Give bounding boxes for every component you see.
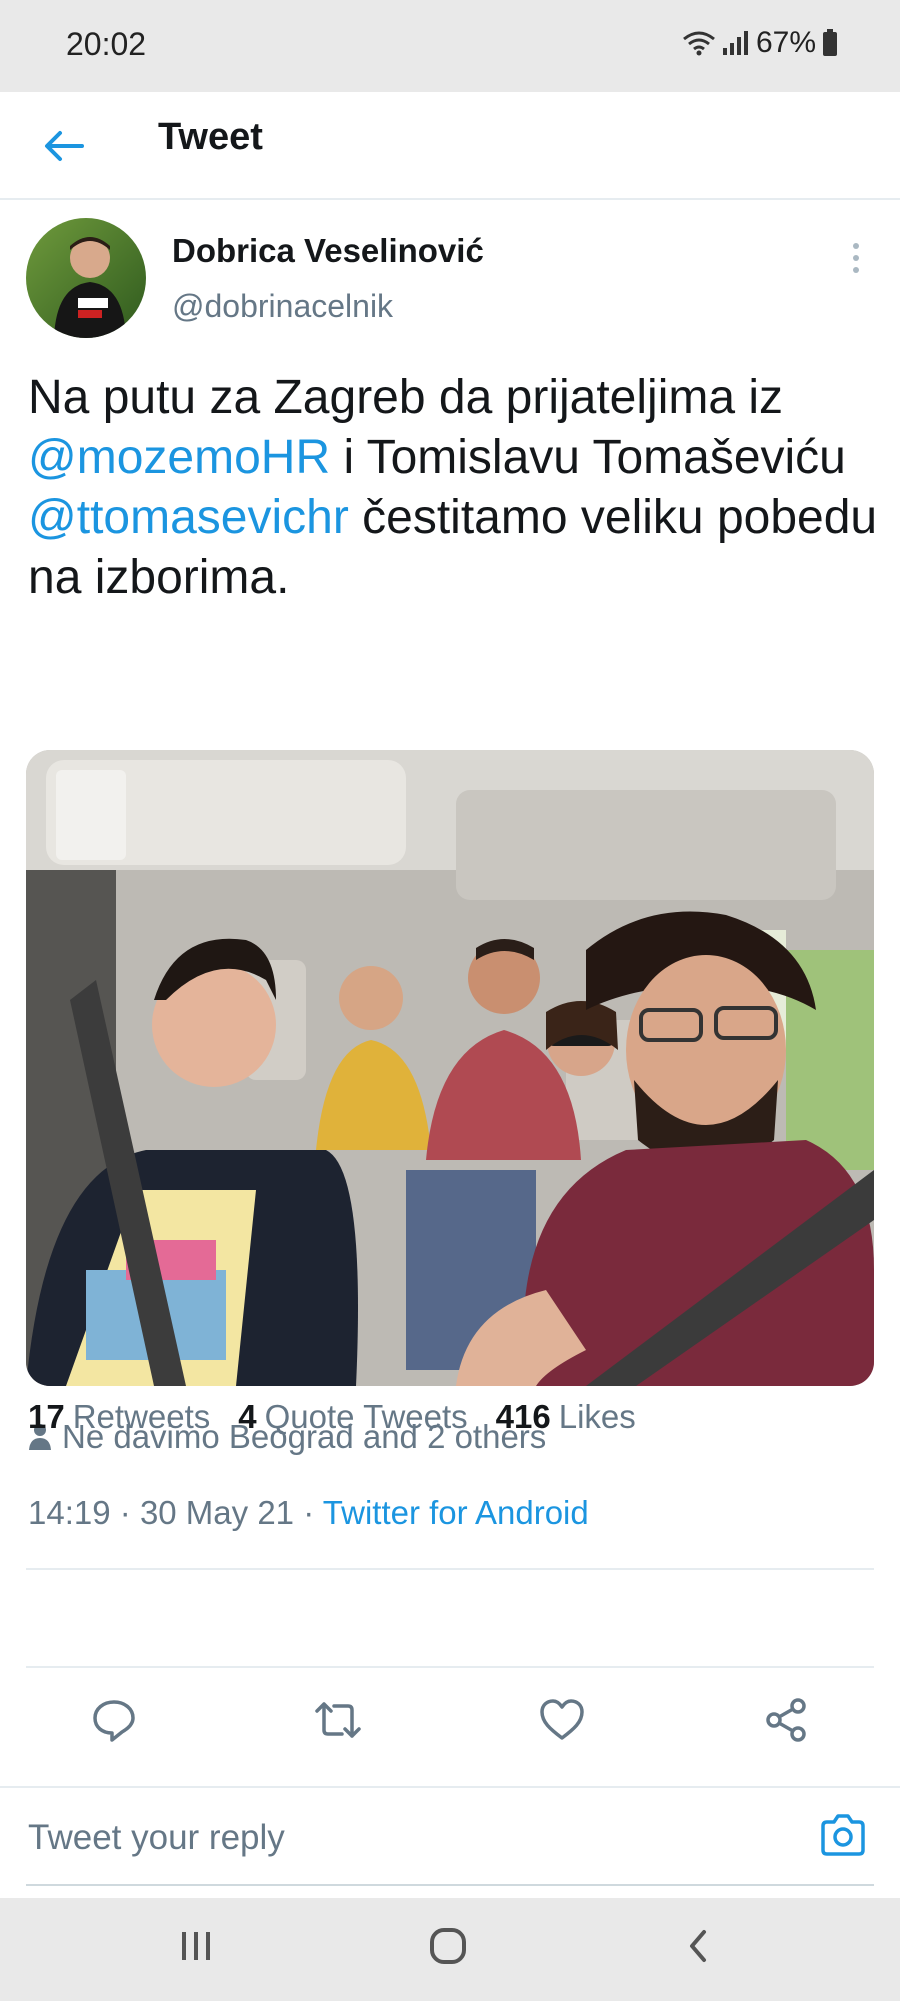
meta-separator: · [303,1494,315,1531]
divider [26,1568,874,1570]
back-arrow-icon[interactable] [40,122,88,170]
retweet-icon[interactable] [314,1696,362,1744]
camera-icon[interactable] [818,1810,868,1860]
wifi-icon [683,31,715,56]
page-title: Tweet [158,116,263,158]
reply-input[interactable] [28,1808,788,1868]
like-icon[interactable] [538,1696,586,1744]
likes-label: Likes [558,1398,636,1435]
status-time: 20:02 [66,26,147,62]
battery-icon [823,29,837,56]
tweet-photo[interactable] [26,750,874,1386]
mention-link[interactable]: @ttomasevichr [28,491,349,544]
retweets-label: Retweets [72,1398,211,1435]
retweets-stat[interactable]: 17 Retweets [28,1398,210,1436]
tweet-text-part: Na putu za Zagreb da prijateljima iz [28,371,784,424]
divider [26,1666,874,1668]
quotes-count: 4 [238,1398,257,1435]
quotes-label: Quote Tweets [264,1398,468,1435]
home-icon[interactable] [428,1928,468,1964]
app-header: Tweet [0,92,900,200]
battery-percent: 67% [755,26,816,59]
avatar[interactable] [26,218,146,338]
quotes-stat[interactable]: 4 Quote Tweets [238,1398,467,1436]
tweet-date: 30 May 21 [139,1494,295,1531]
mention-link[interactable]: @mozemoHR [28,431,330,484]
author-handle[interactable]: @dobrinacelnik [172,288,393,325]
recent-apps-icon[interactable] [178,1928,214,1964]
reply-icon[interactable] [90,1696,138,1744]
tweet-stats: 17 Retweets 4 Quote Tweets 416 Likes [28,1398,636,1436]
more-options-icon[interactable] [846,238,866,278]
likes-count: 416 [495,1398,551,1435]
status-bar: 20:02 67% [0,0,900,92]
tweet-meta: 14:19 · 30 May 21 · Twitter for Android [28,1494,589,1532]
system-nav-bar [0,1898,900,2001]
tweet-source-link[interactable]: Twitter for Android [323,1494,589,1531]
status-indicators: 67% [682,26,838,60]
tweet-text-part: i Tomislavu Tomaševiću [330,431,846,484]
reply-underline [26,1884,874,1886]
reply-bar [0,1786,900,1898]
likes-stat[interactable]: 416 Likes [496,1398,636,1436]
meta-separator: · [119,1494,131,1531]
tweet-text: Na putu za Zagreb da prijateljima iz @mo… [28,368,878,608]
author-name[interactable]: Dobrica Veselinović [172,232,484,270]
retweets-count: 17 [28,1398,65,1435]
tweet-time: 14:19 [28,1494,111,1531]
back-nav-icon[interactable] [686,1928,710,1964]
tweet-actions [0,1696,900,1756]
signal-icon [722,31,748,55]
share-icon[interactable] [762,1696,810,1744]
